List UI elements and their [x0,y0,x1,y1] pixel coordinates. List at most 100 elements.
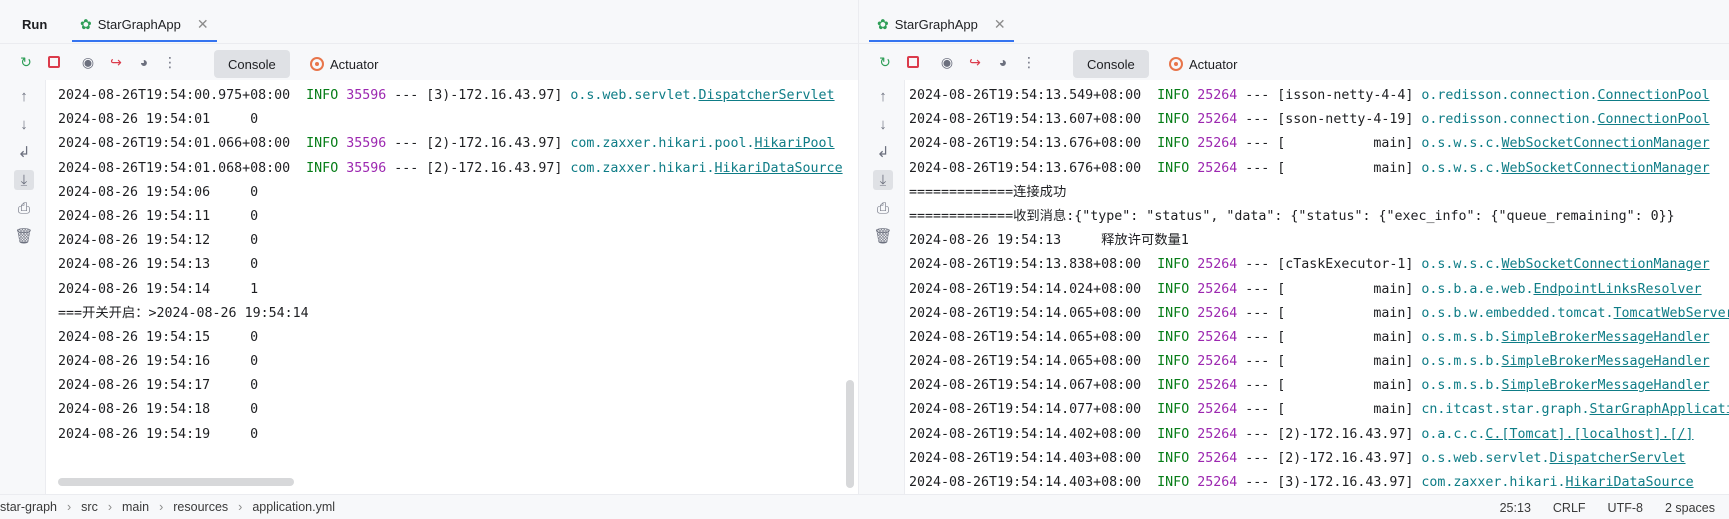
scroll-down-icon[interactable]: ↓ [873,114,893,134]
console-text[interactable]: WebSocketConnectionManager [1501,161,1709,176]
console-text: 25264 [1197,136,1238,152]
console-line: 2024-08-26T19:54:13.676+08:00 INFO 25264… [909,157,1729,181]
console-text[interactable]: DispatcherServlet [1549,451,1685,466]
console-text: --- [isson-netty-4-4] [1237,88,1422,103]
toolbar: ↻ ◉ ↪ ◕ ⋮ Console Actuator [0,44,858,80]
console-tab-label: Console [1087,56,1135,72]
scroll-up-icon[interactable]: ↑ [14,86,34,106]
console-text: 2024-08-26T19:54:14.402+08:00 [909,426,1158,442]
console-text: 25264 [1197,402,1238,418]
tab-console[interactable]: Console [1073,50,1149,78]
console-text: --- [3)-172.16.43.97] [1237,475,1422,490]
close-icon[interactable]: ✕ [994,16,1006,33]
console-text: 2024-08-26T19:54:14.403+08:00 [909,450,1158,466]
scroll-to-end-icon[interactable]: ⤓ [873,170,893,190]
console-text[interactable]: ConnectionPool [1598,88,1710,103]
console-text: --- [sson-netty-4-19] [1237,112,1422,128]
scroll-up-icon[interactable]: ↑ [873,86,893,106]
spring-app-icon: ✿ [877,15,889,32]
spring-app-icon: ✿ [80,15,92,32]
console-line: 2024-08-26 19:54:14 1 [58,278,858,302]
line-ending[interactable]: CRLF [1553,501,1586,515]
breadcrumb-item[interactable]: src [81,500,98,514]
console-text: o.s.w.s.c. [1421,136,1502,152]
tab-stargraphapp[interactable]: ✿ StarGraphApp ✕ [72,8,217,42]
console-output[interactable]: 2024-08-26T19:54:13.549+08:00 INFO 25264… [909,84,1729,494]
vertical-scrollbar[interactable] [846,380,854,488]
breadcrumb-item[interactable]: main [122,500,149,514]
tab-stargraphapp[interactable]: ✿ StarGraphApp ✕ [869,8,1014,42]
console-text[interactable]: HikariPool [755,136,835,151]
exit-icon[interactable]: ↪ [106,52,126,72]
breadcrumb-item[interactable]: star-graph [0,500,57,514]
horizontal-scrollbar[interactable] [58,478,294,486]
console-text[interactable]: DispatcherServlet [698,88,834,103]
more-icon[interactable]: ⋮ [1019,52,1039,72]
console-text[interactable]: SimpleBrokerMessageHandler [1501,378,1709,393]
console-text[interactable]: HikariDataSource [1565,475,1693,490]
run-label: Run [22,17,48,32]
breadcrumb-item[interactable]: application.yml [252,500,335,514]
console-text: --- [ main] [1237,281,1422,297]
console-text[interactable]: EndpointLinksResolver [1533,282,1701,297]
console-text[interactable]: TomcatWebServer [1614,306,1729,321]
screenshot-icon[interactable]: ◉ [937,52,957,72]
console-output[interactable]: 2024-08-26T19:54:00.975+08:00 INFO 35596… [58,84,858,494]
console-text: INFO [1157,450,1190,466]
more-icon[interactable]: ⋮ [160,52,180,72]
console-text: 2024-08-26 19:54:01 0 [58,112,259,128]
console-line: 2024-08-26 19:54:16 0 [58,350,858,374]
print-icon[interactable]: ⎙ [873,198,893,218]
console-text: 25264 [1197,305,1238,321]
indent-setting[interactable]: 2 spaces [1665,501,1715,515]
rerun-icon[interactable]: ↻ [16,52,36,72]
console-text: 2024-08-26T19:54:00.975+08:00 [58,88,307,103]
console-line: 2024-08-26 19:54:13 释放许可数量1 [909,229,1729,253]
soft-wrap-icon[interactable]: ↲ [14,142,34,162]
console-text: 35596 [346,160,387,176]
print-icon[interactable]: ⎙ [14,198,34,218]
screenshot-icon[interactable]: ◉ [78,52,98,72]
console-text[interactable]: C.[Tomcat].[localhost].[/] [1485,427,1693,442]
clear-trash-icon[interactable]: 🗑 [14,226,34,246]
rerun-icon[interactable]: ↻ [875,52,895,72]
console-text: 25264 [1197,354,1238,370]
gauge-icon[interactable]: ◕ [993,52,1013,72]
console-text[interactable]: WebSocketConnectionManager [1501,257,1709,272]
clear-trash-icon[interactable]: 🗑 [873,226,893,246]
soft-wrap-icon[interactable]: ↲ [873,142,893,162]
console-line: 2024-08-26T19:54:14.065+08:00 INFO 25264… [909,350,1729,374]
close-icon[interactable]: ✕ [197,16,209,33]
breadcrumb-separator: › [66,500,72,514]
console-text: --- [ main] [1237,136,1422,152]
console-text: 2024-08-26T19:54:13.676+08:00 [909,136,1158,152]
console-line: =============收到消息:{"type": "status", "da… [909,205,1729,229]
console-text[interactable]: SimpleBrokerMessageHandler [1501,354,1709,369]
gauge-icon[interactable]: ◕ [134,52,154,72]
tab-actuator[interactable]: Actuator [296,50,392,78]
console-text: INFO [1157,305,1190,321]
console-text: o.s.m.s.b. [1421,354,1502,370]
console-line: 2024-08-26T19:54:14.403+08:00 INFO 25264… [909,447,1729,471]
console-text: 2024-08-26T19:54:14.024+08:00 [909,281,1158,297]
console-text[interactable]: ConnectionPool [1598,112,1710,127]
console-line: 2024-08-26 19:54:13 0 [58,253,858,277]
console-text[interactable]: StarGraphApplication [1590,402,1729,417]
file-encoding[interactable]: UTF-8 [1608,501,1643,515]
caret-position[interactable]: 25:13 [1500,501,1531,515]
console-text[interactable]: WebSocketConnectionManager [1501,136,1709,151]
stop-icon[interactable] [903,52,923,72]
console-text: INFO [1157,112,1190,128]
console-gutter: ↑ ↓ ↲ ⤓ ⎙ 🗑 [0,80,46,494]
console-text: INFO [1157,402,1190,418]
scroll-to-end-icon[interactable]: ⤓ [14,170,34,190]
scroll-down-icon[interactable]: ↓ [14,114,34,134]
breadcrumb-separator: › [107,500,112,514]
breadcrumb-item[interactable]: resources [173,500,228,514]
console-text[interactable]: SimpleBrokerMessageHandler [1501,330,1709,345]
console-text[interactable]: HikariDataSource [714,161,842,176]
exit-icon[interactable]: ↪ [965,52,985,72]
tab-actuator[interactable]: Actuator [1155,50,1251,78]
stop-icon[interactable] [44,52,64,72]
tab-console[interactable]: Console [214,50,290,78]
